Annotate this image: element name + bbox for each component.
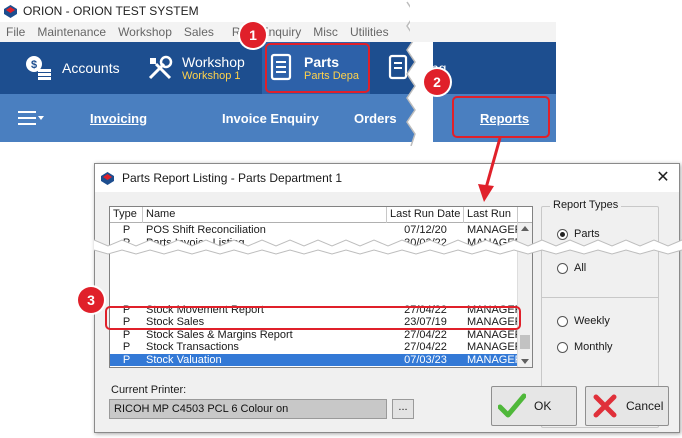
menu-misc[interactable]: Misc [307, 25, 344, 39]
radio-weekly[interactable]: Weekly [557, 315, 610, 327]
cell-type: P [122, 341, 131, 354]
col-type[interactable]: Type [110, 207, 143, 223]
radio-all-label: All [574, 262, 587, 274]
ok-label: OK [534, 399, 552, 413]
app-title: ORION - ORION TEST SYSTEM [23, 4, 199, 18]
highlight-stock-valuation [105, 306, 521, 330]
orion-logo-icon [101, 171, 114, 185]
table-row[interactable]: P Stock Valuation 07/03/23 MANAGER [110, 353, 518, 367]
menu-sales[interactable]: Sales [178, 25, 220, 39]
cell-by: MANAGER [467, 328, 518, 341]
highlight-reports [452, 96, 550, 138]
radio-weekly-label: Weekly [574, 315, 610, 327]
close-button[interactable]: ✕ [653, 168, 673, 188]
menubar-cover [410, 22, 556, 42]
dialog-title: Parts Report Listing - Parts Department … [122, 171, 343, 185]
orion-logo-icon [4, 4, 17, 18]
radio-dot [557, 341, 568, 353]
table-row[interactable]: PStock Valuation (Historical)01/04/15MAN… [110, 367, 518, 368]
cell-by: MANAGER [467, 341, 518, 354]
cell-date: 01/04/15 [387, 367, 464, 368]
scroll-up-icon[interactable] [521, 226, 529, 231]
cancel-label: Cancel [626, 399, 664, 413]
subnav-orders-label: Orders [354, 110, 397, 126]
menu-workshop[interactable]: Workshop [112, 25, 178, 39]
nav-workshop-label: Workshop [182, 54, 245, 70]
printer-label: Current Printer: [111, 384, 187, 396]
svg-text:$: $ [31, 59, 37, 71]
scroll-thumb[interactable] [520, 335, 530, 349]
cell-type: P [122, 353, 131, 366]
cell-by: MANAGER [467, 353, 518, 366]
money-icon: $ [26, 56, 51, 80]
callout-3: 3 [78, 287, 104, 313]
cell-date: 27/04/22 [404, 341, 447, 354]
cell-type: P [110, 367, 143, 368]
list-header: Type Name Last Run Date Last Run [110, 207, 532, 223]
dialog-title-bar: Parts Report Listing - Parts Department … [95, 164, 679, 192]
nav-workshop[interactable]: Workshop Workshop 1 [146, 42, 258, 94]
table-row[interactable]: P Stock Transactions 27/04/22 MANAGER [110, 341, 518, 354]
subnav-invoice-enquiry-label: Invoice Enquiry [222, 110, 319, 126]
cell-name: Stock Valuation [146, 353, 222, 366]
cell-name: Stock Transactions [146, 341, 239, 354]
title-cover [410, 0, 556, 22]
col-last-run-date[interactable]: Last Run Date [387, 207, 464, 223]
table-row[interactable]: P Stock Sales & Margins Report 27/04/22 MAN… [110, 329, 518, 342]
menu-utilities[interactable]: Utilities [344, 25, 395, 39]
hamburger-menu-button[interactable] [18, 94, 46, 142]
screenshot-break [94, 239, 682, 255]
menu-file[interactable]: File [0, 25, 31, 39]
checkmark-icon [498, 393, 526, 418]
group-separator [542, 297, 658, 298]
printer-field[interactable]: RICOH MP C4503 PCL 6 Colour on [109, 399, 387, 419]
subnav-invoicing-label: Invoicing [90, 110, 148, 126]
radio-monthly[interactable]: Monthly [557, 341, 613, 353]
tools-icon [148, 55, 173, 80]
callout-2: 2 [424, 69, 450, 95]
nav-workshop-sub: Workshop 1 [182, 70, 241, 82]
cell-name: Stock Sales & Margins Report [146, 328, 293, 341]
scroll-down-icon[interactable] [521, 359, 529, 364]
hamburger-icon [18, 111, 44, 125]
subnav-invoicing[interactable]: Invoicing [90, 94, 147, 142]
report-types-legend: Report Types [550, 199, 622, 211]
cancel-button[interactable]: Cancel [585, 386, 669, 426]
radio-dot [557, 262, 568, 274]
report-listing-dialog: Parts Report Listing - Parts Department … [94, 163, 680, 433]
callout-1: 1 [240, 22, 266, 48]
col-last-run-by[interactable]: Last Run [464, 207, 518, 223]
subnav-orders[interactable]: Orders [354, 94, 397, 142]
radio-dot [557, 315, 568, 327]
report-list[interactable]: Type Name Last Run Date Last Run P POS Sh… [109, 206, 533, 368]
cell-date: 27/04/22 [404, 328, 447, 341]
nav-accounts-label: Accounts [62, 60, 120, 76]
cell-by: MANAGER [464, 367, 518, 368]
highlight-parts [265, 43, 370, 93]
nav-accounts[interactable]: $ Accounts [24, 42, 142, 94]
menu-maintenance[interactable]: Maintenance [31, 25, 112, 39]
radio-all[interactable]: All [557, 262, 586, 274]
subnav-invoice-enquiry[interactable]: Invoice Enquiry [222, 94, 319, 142]
cell-date: 07/03/23 [404, 353, 447, 366]
cell-name: Stock Valuation (Historical) [143, 367, 387, 368]
printer-browse-button[interactable]: ... [392, 399, 414, 419]
cell-type: P [122, 328, 131, 341]
col-name[interactable]: Name [143, 207, 387, 223]
radio-monthly-label: Monthly [574, 341, 613, 353]
cross-icon [593, 394, 617, 418]
ok-button[interactable]: OK [491, 386, 577, 426]
